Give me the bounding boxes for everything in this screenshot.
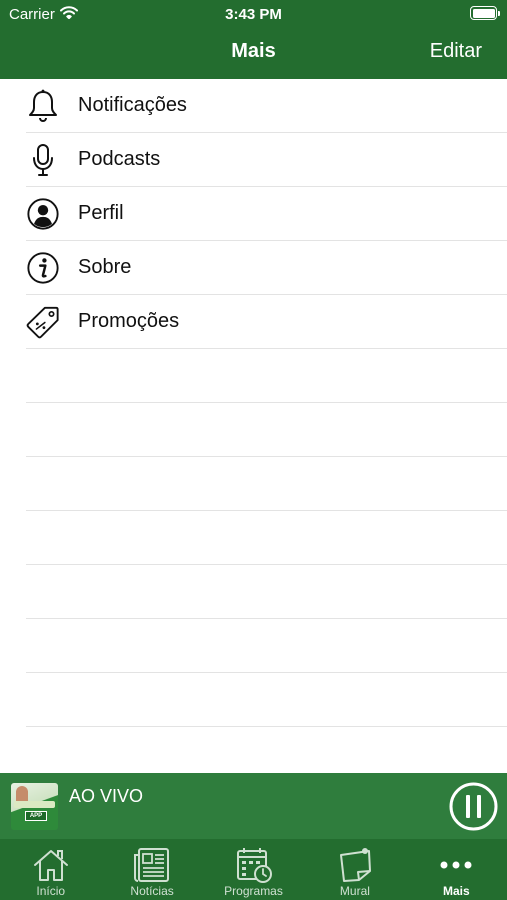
- screen: Carrier 3:43 PM Mais Editar Notificações…: [0, 0, 507, 900]
- tab-label: Mais: [442, 884, 470, 898]
- empty-row: [26, 403, 507, 457]
- profile-icon: [26, 196, 60, 232]
- empty-row: [26, 673, 507, 727]
- home-icon: [31, 845, 71, 885]
- empty-row: [26, 511, 507, 565]
- pause-button[interactable]: [449, 782, 498, 831]
- tab-programas[interactable]: Programas: [203, 839, 304, 900]
- empty-row: [26, 565, 507, 619]
- empty-row: [26, 349, 507, 403]
- top-bar: Carrier 3:43 PM Mais Editar: [0, 0, 507, 79]
- tab-noticias[interactable]: Notícias: [101, 839, 202, 900]
- tab-label: Programas: [224, 884, 283, 898]
- menu-item-perfil[interactable]: Perfil: [26, 187, 507, 241]
- tab-label: Notícias: [130, 884, 174, 898]
- artwork-badge: APP: [25, 811, 47, 821]
- menu-item-label: Podcasts: [78, 148, 161, 170]
- menu-item-promocoes[interactable]: Promoções: [26, 295, 507, 349]
- menu-item-sobre[interactable]: Sobre: [26, 241, 507, 295]
- microphone-icon: [26, 142, 60, 178]
- tab-mais[interactable]: Mais: [406, 839, 507, 900]
- more-menu-list: Notificações Podcasts Perfil Sobre Promo…: [0, 79, 507, 727]
- more-dots-icon: [436, 845, 476, 885]
- menu-item-label: Promoções: [78, 310, 180, 332]
- status-bar: Carrier 3:43 PM: [0, 0, 507, 28]
- info-icon: [26, 250, 60, 286]
- pause-icon: [449, 782, 498, 831]
- empty-row: [26, 619, 507, 673]
- bell-icon: [26, 88, 60, 124]
- menu-item-notificacoes[interactable]: Notificações: [26, 79, 507, 133]
- calendar-clock-icon: [234, 845, 274, 885]
- battery-icon: [470, 6, 500, 20]
- note-pin-icon: [335, 845, 375, 885]
- tab-bar: Início Notícias Programas Mural Mais: [0, 839, 507, 900]
- status-time: 3:43 PM: [225, 6, 282, 23]
- tab-mural[interactable]: Mural: [304, 839, 405, 900]
- empty-row: [26, 457, 507, 511]
- tab-label: Início: [36, 884, 66, 898]
- tab-label: Mural: [339, 884, 370, 898]
- menu-item-label: Sobre: [78, 256, 132, 278]
- newspaper-icon: [132, 845, 172, 885]
- menu-item-label: Notificações: [78, 94, 187, 116]
- tab-inicio[interactable]: Início: [0, 839, 101, 900]
- menu-item-label: Perfil: [78, 202, 124, 224]
- menu-item-podcasts[interactable]: Podcasts: [26, 133, 507, 187]
- edit-button[interactable]: Editar: [430, 40, 482, 63]
- live-player[interactable]: APP AO VIVO: [0, 773, 507, 839]
- tag-icon: [26, 304, 60, 340]
- station-artwork: APP: [11, 783, 58, 830]
- player-title: AO VIVO: [69, 786, 144, 806]
